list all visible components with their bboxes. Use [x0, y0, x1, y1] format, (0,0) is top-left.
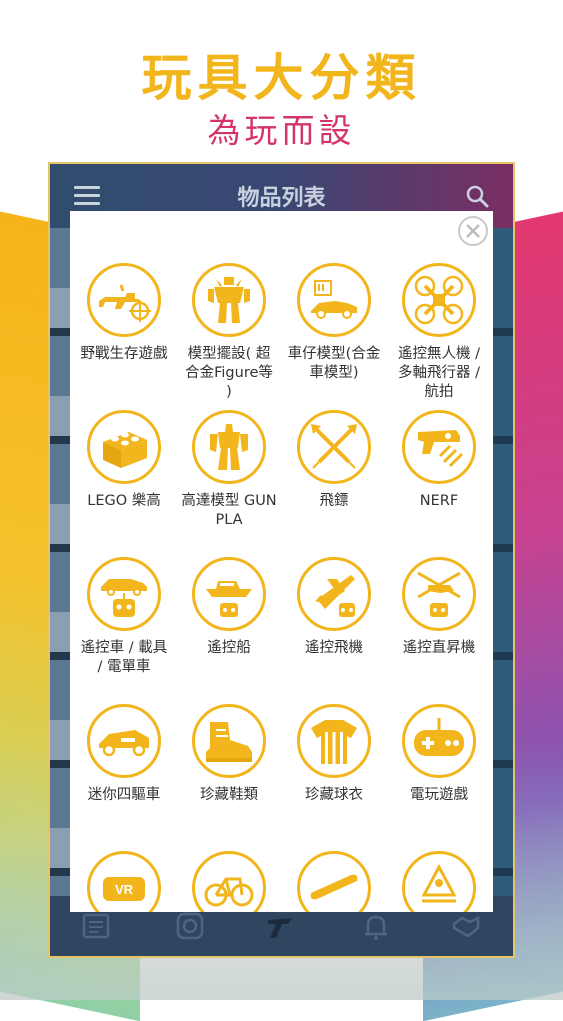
category-label: 遙控車 / 載具 / 電單車	[80, 640, 168, 675]
category-label: 遙控飛機	[305, 640, 363, 656]
news-icon[interactable]	[80, 910, 112, 942]
lego-brick-icon	[87, 410, 161, 484]
gundam-icon	[192, 410, 266, 484]
category-item[interactable]: 模型擺設( 超合金Figure等 )	[177, 263, 281, 410]
category-item[interactable]: 電玩遊戲	[387, 704, 491, 851]
promo-headline: 玩具大分類	[141, 49, 422, 107]
skateboard-icon	[297, 851, 371, 912]
drone-icon	[402, 263, 476, 337]
category-modal: 野戰生存遊戲 模型擺設( 超合金Figure等 ) 車仔模型(合金車模型) 遙控…	[70, 211, 493, 912]
category-label: LEGO 樂高	[87, 493, 161, 509]
search-icon[interactable]	[465, 184, 489, 208]
svg-text:VR: VR	[115, 882, 134, 897]
close-icon[interactable]	[458, 216, 488, 246]
instagram-icon[interactable]	[174, 910, 206, 942]
rc-boat-icon	[192, 557, 266, 631]
category-grid: 野戰生存遊戲 模型擺設( 超合金Figure等 ) 車仔模型(合金車模型) 遙控…	[70, 263, 493, 912]
category-item[interactable]: 遙控車 / 載具 / 電單車	[72, 557, 176, 704]
category-label: 遙控直昇機	[402, 640, 476, 656]
robot-figure-icon	[192, 263, 266, 337]
bicycle-icon	[192, 851, 266, 912]
category-label: 高達模型 GUNPLA	[181, 493, 277, 528]
category-item[interactable]: 高達模型 GUNPLA	[177, 410, 281, 557]
vr-icon: VR	[87, 851, 161, 912]
darts-icon	[297, 410, 371, 484]
category-item[interactable]: 飛鏢	[282, 410, 386, 557]
category-label: 珍藏鞋類	[200, 787, 258, 803]
rc-car-icon	[87, 557, 161, 631]
handshake-icon[interactable]	[450, 910, 482, 942]
category-item[interactable]: NERF	[387, 410, 491, 557]
category-label: 車仔模型(合金車模型)	[287, 346, 381, 381]
category-item[interactable]: 珍藏球衣	[282, 704, 386, 851]
brand-logo-icon[interactable]	[264, 910, 296, 942]
app-title: 物品列表	[237, 186, 326, 211]
promo-subline: 為玩而設	[207, 111, 356, 150]
category-item[interactable]: 遙控船	[177, 557, 281, 704]
category-item[interactable]: 珍藏鞋類	[177, 704, 281, 851]
nerf-blaster-icon	[402, 410, 476, 484]
category-label: 飛鏢	[319, 493, 349, 509]
category-label: 迷你四驅車	[87, 787, 161, 803]
rc-plane-icon	[297, 557, 371, 631]
category-item[interactable]: LEGO 樂高	[72, 410, 176, 557]
category-label: 珍藏球衣	[305, 787, 363, 803]
mini-4wd-icon	[87, 704, 161, 778]
sneaker-icon	[192, 704, 266, 778]
category-label: NERF	[419, 493, 459, 509]
category-label: 遙控船	[207, 640, 251, 656]
category-item[interactable]: 野戰生存遊戲	[72, 263, 176, 410]
rc-helicopter-icon	[402, 557, 476, 631]
category-label: 電玩遊戲	[410, 787, 468, 803]
item-thumbnails-left	[50, 228, 72, 900]
category-item[interactable]: 迷你四驅車	[72, 704, 176, 851]
rifle-target-icon	[87, 263, 161, 337]
gamepad-icon	[402, 704, 476, 778]
category-label: 遙控無人機 / 多軸飛行器 / 航拍	[398, 346, 480, 400]
category-item[interactable]	[177, 851, 281, 912]
category-item[interactable]: 遙控飛機	[282, 557, 386, 704]
bell-icon[interactable]	[360, 910, 392, 942]
category-item[interactable]: VR	[72, 851, 176, 912]
category-item[interactable]	[387, 851, 491, 912]
category-label: 野戰生存遊戲	[80, 346, 168, 362]
figure-icon	[402, 851, 476, 912]
category-item[interactable]	[282, 851, 386, 912]
category-item[interactable]: 遙控無人機 / 多軸飛行器 / 航拍	[387, 263, 491, 410]
category-item[interactable]: 遙控直昇機	[387, 557, 491, 704]
jersey-icon	[297, 704, 371, 778]
model-car-icon	[297, 263, 371, 337]
category-item[interactable]: 車仔模型(合金車模型)	[282, 263, 386, 410]
category-label: 模型擺設( 超合金Figure等 )	[185, 346, 273, 400]
